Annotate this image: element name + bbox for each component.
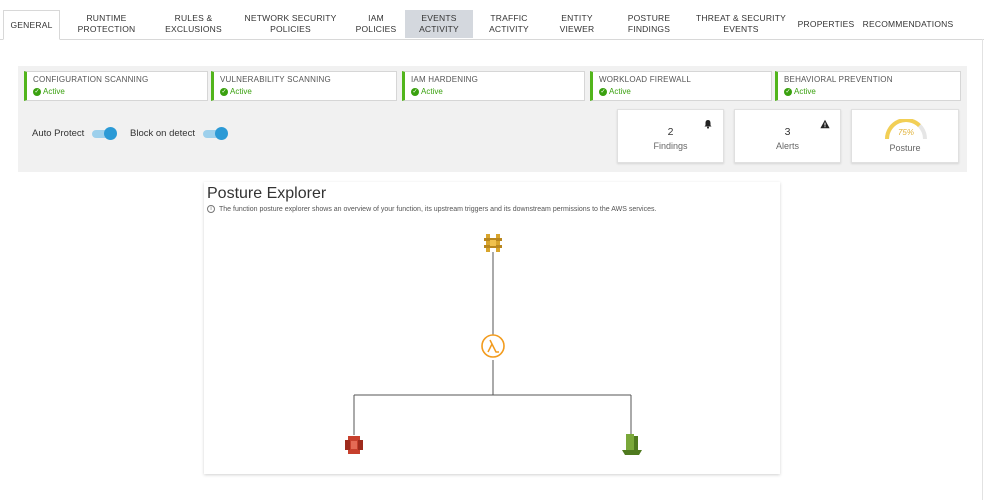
module-configuration-scanning[interactable]: CONFIGURATION SCANNING ✓ Active <box>24 71 208 101</box>
tab-label: EVENTS ACTIVITY <box>419 13 459 34</box>
check-circle-icon: ✓ <box>33 87 41 96</box>
alerts-card[interactable]: 3 Alerts <box>734 109 841 163</box>
tab-traffic-activity[interactable]: TRAFFIC ACTIVITY <box>473 10 545 38</box>
tab-label: RUNTIME PROTECTION <box>77 13 136 34</box>
tab-recommendations[interactable]: RECOMMENDATIONS <box>859 10 957 38</box>
toggle-knob <box>104 126 118 140</box>
tab-threat-security-events[interactable]: THREAT & SECURITY EVENTS <box>689 10 793 38</box>
posture-card[interactable]: 75% Posture <box>851 109 959 163</box>
status-text: Active <box>609 87 631 96</box>
status-text: Active <box>794 87 816 96</box>
module-workload-firewall[interactable]: WORKLOAD FIREWALL ✓ Active <box>590 71 772 101</box>
module-status: ✓ Active <box>220 87 390 96</box>
tab-label: RULES & EXCLUSIONS <box>165 13 222 34</box>
findings-card[interactable]: 2 Findings <box>617 109 724 163</box>
tab-label: PROPERTIES <box>797 18 855 29</box>
lambda-function-icon[interactable] <box>481 334 505 358</box>
check-circle-icon: ✓ <box>784 87 792 96</box>
module-title: CONFIGURATION SCANNING <box>33 75 149 84</box>
warning-icon <box>820 119 830 129</box>
check-circle-icon: ✓ <box>411 87 419 96</box>
tab-runtime-protection[interactable]: RUNTIME PROTECTION <box>60 10 153 38</box>
block-on-detect-toggle[interactable] <box>202 126 228 140</box>
content-border <box>982 39 983 500</box>
status-text: Active <box>230 87 252 96</box>
status-text: Active <box>43 87 65 96</box>
block-on-detect-setting: Block on detect <box>130 126 228 140</box>
tab-posture-findings[interactable]: POSTURE FINDINGS <box>609 10 689 38</box>
protection-summary-panel: CONFIGURATION SCANNING ✓ Active VULNERABI… <box>18 66 967 172</box>
tab-label: ENTITY VIEWER <box>559 13 595 34</box>
module-title: IAM HARDENING <box>411 75 479 84</box>
module-status: ✓ Active <box>33 87 201 96</box>
api-gateway-trigger-icon[interactable] <box>484 234 502 252</box>
status-text: Active <box>421 87 443 96</box>
module-vulnerability-scanning[interactable]: VULNERABILITY SCANNING ✓ Active <box>211 71 397 101</box>
tab-events-activity[interactable]: EVENTS ACTIVITY <box>405 10 473 38</box>
module-title: BEHAVIORAL PREVENTION <box>784 75 893 84</box>
tab-entity-viewer[interactable]: ENTITY VIEWER <box>545 10 609 38</box>
module-status: ✓ Active <box>599 87 765 96</box>
block-on-detect-label: Block on detect <box>130 128 195 139</box>
sqs-service-icon[interactable] <box>345 436 363 454</box>
tab-label: THREAT & SECURITY EVENTS <box>696 13 786 34</box>
tab-properties[interactable]: PROPERTIES <box>793 10 859 38</box>
tab-label: NETWORK SECURITY POLICIES <box>244 13 337 34</box>
tab-label: TRAFFIC ACTIVITY <box>489 13 529 34</box>
module-status: ✓ Active <box>784 87 954 96</box>
storage-service-icon[interactable] <box>622 434 642 455</box>
posture-label: Posture <box>889 143 921 153</box>
posture-graph <box>345 234 642 455</box>
toggle-knob <box>214 126 228 140</box>
auto-protect-setting: Auto Protect <box>32 126 118 140</box>
posture-gauge: 75% <box>885 119 927 140</box>
module-title: VULNERABILITY SCANNING <box>220 75 331 84</box>
tab-label: GENERAL <box>10 19 53 30</box>
tab-iam-policies[interactable]: IAM POLICIES <box>347 10 405 38</box>
check-circle-icon: ✓ <box>599 87 607 96</box>
auto-protect-toggle[interactable] <box>92 126 118 140</box>
module-status: ✓ Active <box>411 87 578 96</box>
tab-general[interactable]: GENERAL <box>3 10 60 40</box>
check-circle-icon: ✓ <box>220 87 228 96</box>
tab-label: IAM POLICIES <box>355 13 397 34</box>
tab-label: POSTURE FINDINGS <box>627 13 671 34</box>
module-iam-hardening[interactable]: IAM HARDENING ✓ Active <box>402 71 585 101</box>
posture-percent: 75% <box>898 128 914 137</box>
alerts-label: Alerts <box>775 141 799 151</box>
bell-icon <box>704 120 712 129</box>
tab-bar: GENERAL RUNTIME PROTECTION RULES & EXCLU… <box>0 0 999 40</box>
posture-explorer: Posture Explorer i The function posture … <box>204 182 780 474</box>
tab-label: RECOMMENDATIONS <box>862 18 954 29</box>
module-title: WORKLOAD FIREWALL <box>599 75 692 84</box>
findings-label: Findings <box>653 141 688 151</box>
module-behavioral-prevention[interactable]: BEHAVIORAL PREVENTION ✓ Active <box>775 71 961 101</box>
tab-rules-exclusions[interactable]: RULES & EXCLUSIONS <box>153 10 234 38</box>
auto-protect-label: Auto Protect <box>32 128 85 139</box>
tab-divider <box>0 39 984 40</box>
tab-network-security-policies[interactable]: NETWORK SECURITY POLICIES <box>234 10 347 38</box>
